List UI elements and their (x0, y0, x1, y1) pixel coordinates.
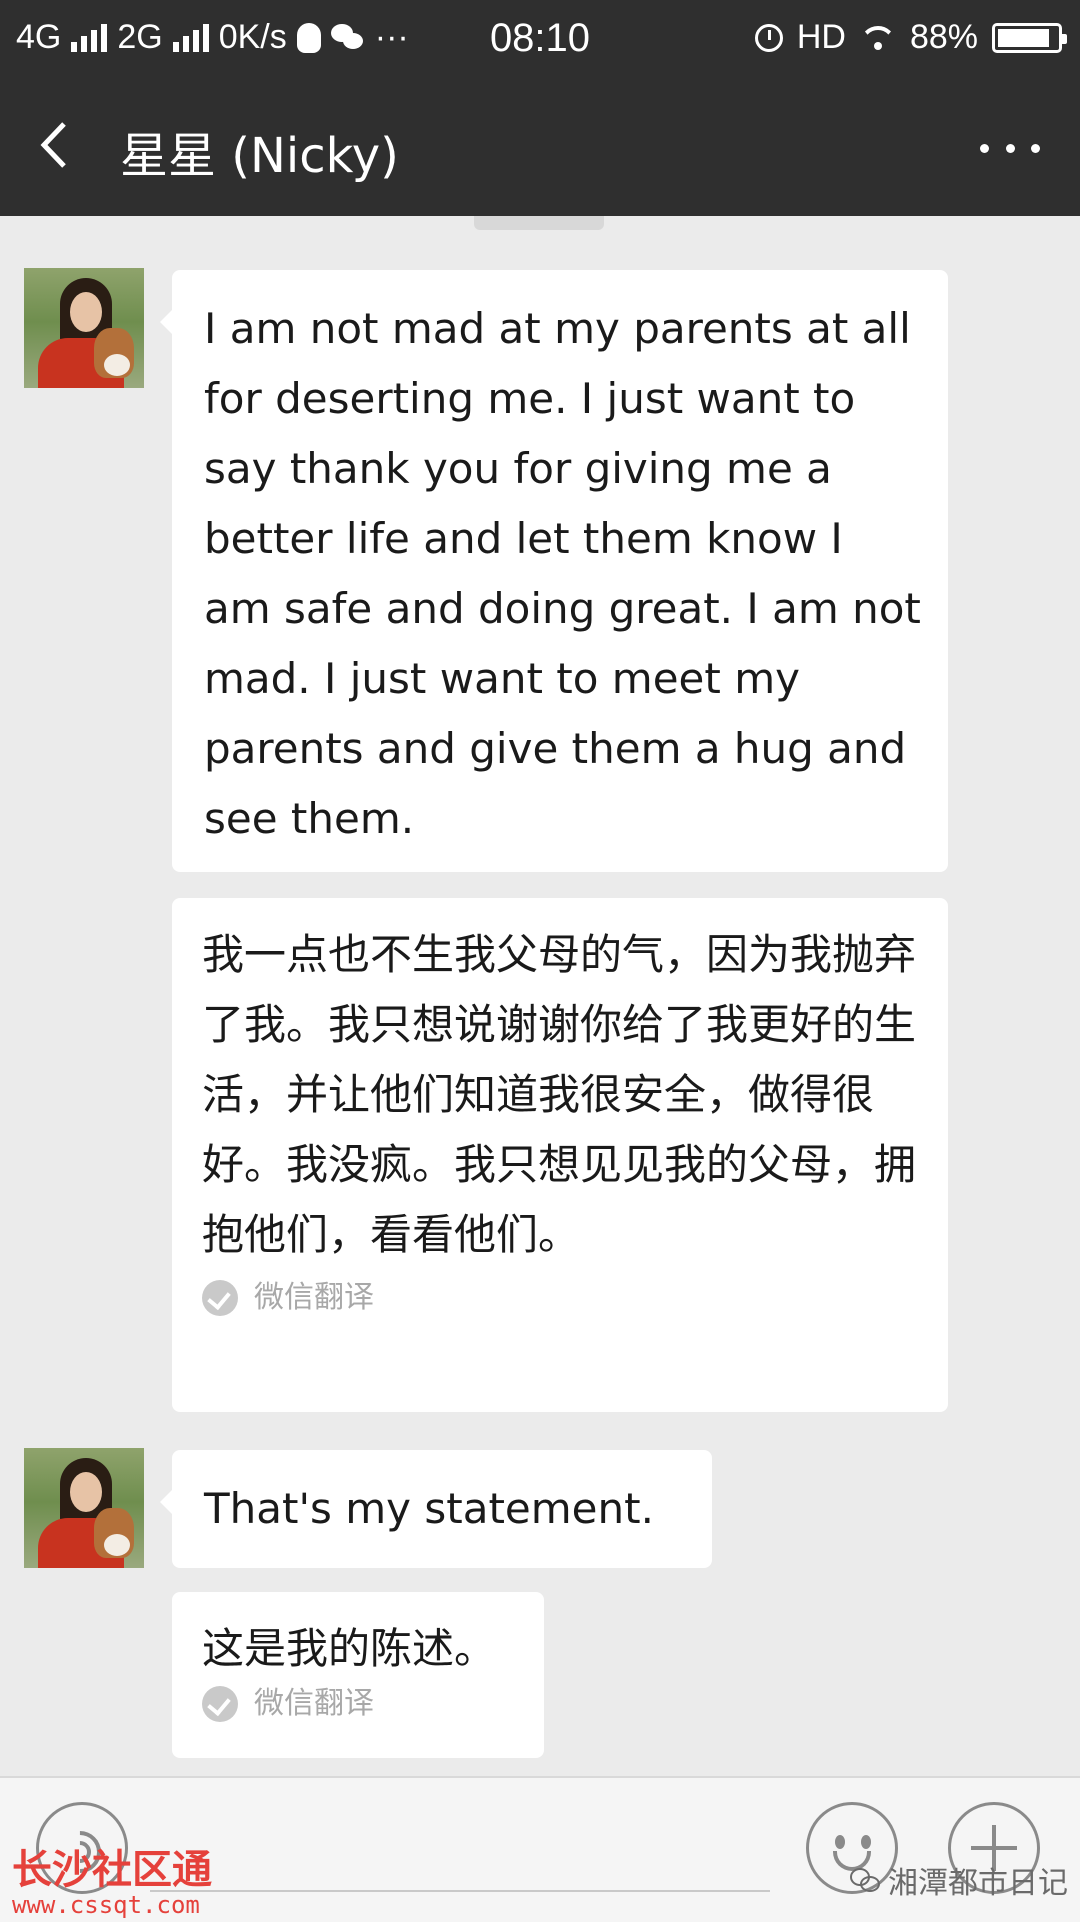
timestamp-stub (474, 216, 604, 230)
translation-text: 我一点也不生我父母的气，因为我抛弃了我。我只想说谢谢你给了我更好的生活，并让他们… (202, 930, 917, 1259)
emoji-icon-eye (861, 1835, 871, 1849)
contact-avatar[interactable] (24, 1448, 144, 1568)
translation-text: 这是我的陈述。 (202, 1624, 497, 1673)
back-button[interactable] (30, 110, 100, 180)
translation-badge: 微信翻译 (202, 1278, 922, 1318)
status-right: HD 88% (754, 18, 1067, 57)
message-bubble[interactable]: That's my statement. (160, 1450, 712, 1568)
more-options-button[interactable] (980, 128, 1040, 168)
watermark-url: www.cssqt.com (12, 1891, 200, 1919)
chevron-left-icon (40, 122, 66, 168)
translation-badge: 微信翻译 (202, 1684, 518, 1724)
message-input[interactable] (150, 1890, 770, 1892)
alarm-icon (754, 23, 783, 52)
hd-label: HD (796, 18, 846, 56)
watermark-account: 湘潭都市日记 (888, 1866, 1068, 1901)
chat-header: 星星 (Nicky) (0, 76, 1080, 216)
watermark-right: 湘潭都市日记 (850, 1858, 1068, 1902)
dot-icon (980, 143, 989, 153)
watermark-left: 长沙社区通 www.cssqt.com (12, 1848, 212, 1918)
battery-fill (998, 28, 1049, 47)
dot-icon (1031, 143, 1040, 153)
wechat-icon (850, 1868, 880, 1892)
check-icon (202, 1686, 238, 1722)
emoji-icon (835, 1835, 845, 1849)
translation-label: 微信翻译 (254, 1686, 374, 1721)
translation-label: 微信翻译 (254, 1280, 374, 1315)
battery-icon (992, 22, 1067, 53)
status-bar: 4G 2G 0K/s ··· 08:10 HD 88% (0, 0, 1080, 76)
message-bubble[interactable]: I am not mad at my parents at all for de… (160, 270, 948, 872)
chat-area[interactable]: I am not mad at my parents at all for de… (0, 216, 1080, 1776)
battery-percent: 88% (909, 18, 978, 56)
message-text: I am not mad at my parents at all for de… (204, 304, 921, 843)
wifi-icon (859, 24, 896, 52)
check-icon (202, 1280, 238, 1316)
message-text: That's my statement. (204, 1484, 654, 1533)
watermark-brand: 长沙社区通 (12, 1847, 212, 1893)
translation-bubble[interactable]: 这是我的陈述。 微信翻译 (172, 1592, 544, 1758)
translation-bubble[interactable]: 我一点也不生我父母的气，因为我抛弃了我。我只想说谢谢你给了我更好的生活，并让他们… (172, 898, 948, 1412)
contact-avatar[interactable] (24, 268, 144, 388)
dot-icon (1005, 143, 1015, 153)
chat-title: 星星 (Nicky) (120, 128, 399, 184)
